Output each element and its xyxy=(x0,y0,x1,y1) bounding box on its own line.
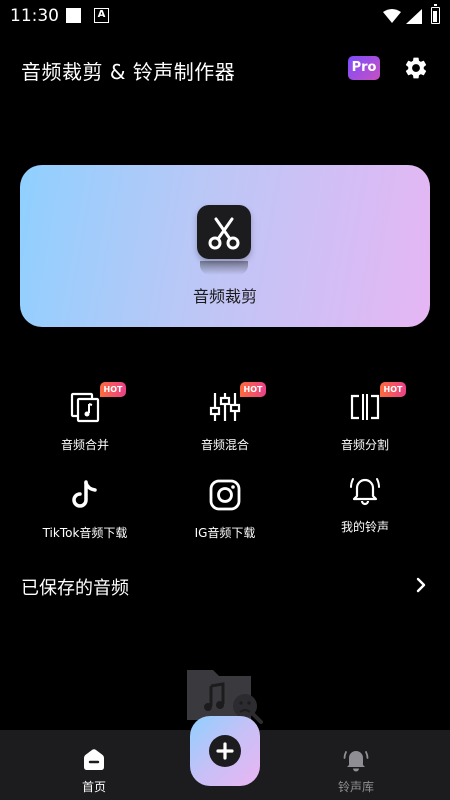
settings-gear-icon[interactable] xyxy=(403,55,429,81)
tool-label: 音频分割 xyxy=(340,438,389,452)
wifi-icon xyxy=(383,9,401,23)
tool-label: 音频合并 xyxy=(60,438,109,452)
audio-cut-card[interactable]: 音频裁剪 xyxy=(20,165,430,327)
pro-button[interactable]: Pro xyxy=(348,56,380,80)
tool-label: 音频混合 xyxy=(200,438,249,452)
app-title: 音频裁剪 & 铃声制作器 xyxy=(21,60,236,84)
tool-audio-merge[interactable]: HOT 音频合并 xyxy=(20,382,150,470)
bell-icon xyxy=(343,751,369,772)
nav-ringtones-label: 铃声库 xyxy=(337,780,374,794)
battery-icon xyxy=(431,4,440,24)
add-button[interactable] xyxy=(190,716,260,786)
saved-audio-title: 已保存的音频 xyxy=(21,578,129,599)
hot-badge: HOT xyxy=(380,382,406,397)
nav-home-label: 首页 xyxy=(81,780,106,794)
tool-audio-mix[interactable]: HOT 音频混合 xyxy=(160,382,290,470)
tool-my-ringtones[interactable]: 我的铃声 xyxy=(300,472,430,552)
notification-icon xyxy=(66,8,81,23)
nav-ringtones[interactable]: 铃声库 xyxy=(316,730,396,800)
split-icon xyxy=(350,394,380,420)
tiktok-icon xyxy=(72,480,97,508)
keyboard-notification-icon: A xyxy=(94,8,109,23)
tool-tiktok-download[interactable]: TikTok音频下载 xyxy=(20,478,150,558)
hot-badge: HOT xyxy=(240,382,266,397)
plus-icon xyxy=(209,735,241,767)
scissors-icon xyxy=(197,205,251,259)
status-bar: 11:30 A xyxy=(0,0,450,32)
saved-audio-row[interactable]: 已保存的音频 xyxy=(0,568,450,604)
hot-badge: HOT xyxy=(100,382,126,397)
tool-ig-download[interactable]: IG音频下载 xyxy=(160,478,290,558)
merge-icon xyxy=(70,392,100,423)
tool-label: IG音频下载 xyxy=(194,526,256,540)
bell-icon xyxy=(350,478,380,506)
mixer-icon xyxy=(209,393,241,421)
signal-icon xyxy=(406,9,422,24)
tool-label: 我的铃声 xyxy=(340,520,389,534)
tool-audio-split[interactable]: HOT 音频分割 xyxy=(300,382,430,470)
icon-reflection xyxy=(200,261,248,275)
audio-cut-label: 音频裁剪 xyxy=(192,287,257,306)
tool-label: TikTok音频下载 xyxy=(42,526,128,540)
home-icon xyxy=(84,749,104,770)
chevron-right-icon xyxy=(416,577,426,593)
status-time: 11:30 xyxy=(10,6,59,26)
instagram-icon xyxy=(209,479,241,511)
nav-home[interactable]: 首页 xyxy=(54,730,134,800)
